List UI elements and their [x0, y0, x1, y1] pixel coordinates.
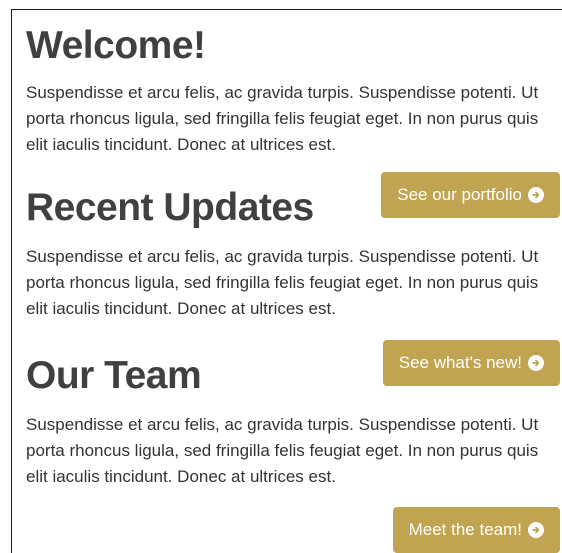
- section-heading: Recent Updates: [26, 186, 314, 229]
- meet-the-team-button[interactable]: Meet the team!: [392, 507, 560, 553]
- section-heading: Welcome!: [26, 24, 206, 67]
- section-our-team: Our Team Suspendisse et arcu felis, ac g…: [26, 354, 562, 490]
- button-label: Meet the team!: [408, 520, 522, 539]
- section-text: Suspendisse et arcu felis, ac gravida tu…: [26, 247, 539, 318]
- arrow-circle-right-icon: [528, 522, 544, 538]
- section-welcome: Welcome! Suspendisse et arcu felis, ac g…: [26, 24, 562, 158]
- section-text: Suspendisse et arcu felis, ac gravida tu…: [26, 415, 539, 486]
- section-text: Suspendisse et arcu felis, ac gravida tu…: [26, 83, 539, 154]
- section-heading: Our Team: [26, 354, 202, 397]
- section-recent-updates: Recent Updates Suspendisse et arcu felis…: [26, 186, 562, 322]
